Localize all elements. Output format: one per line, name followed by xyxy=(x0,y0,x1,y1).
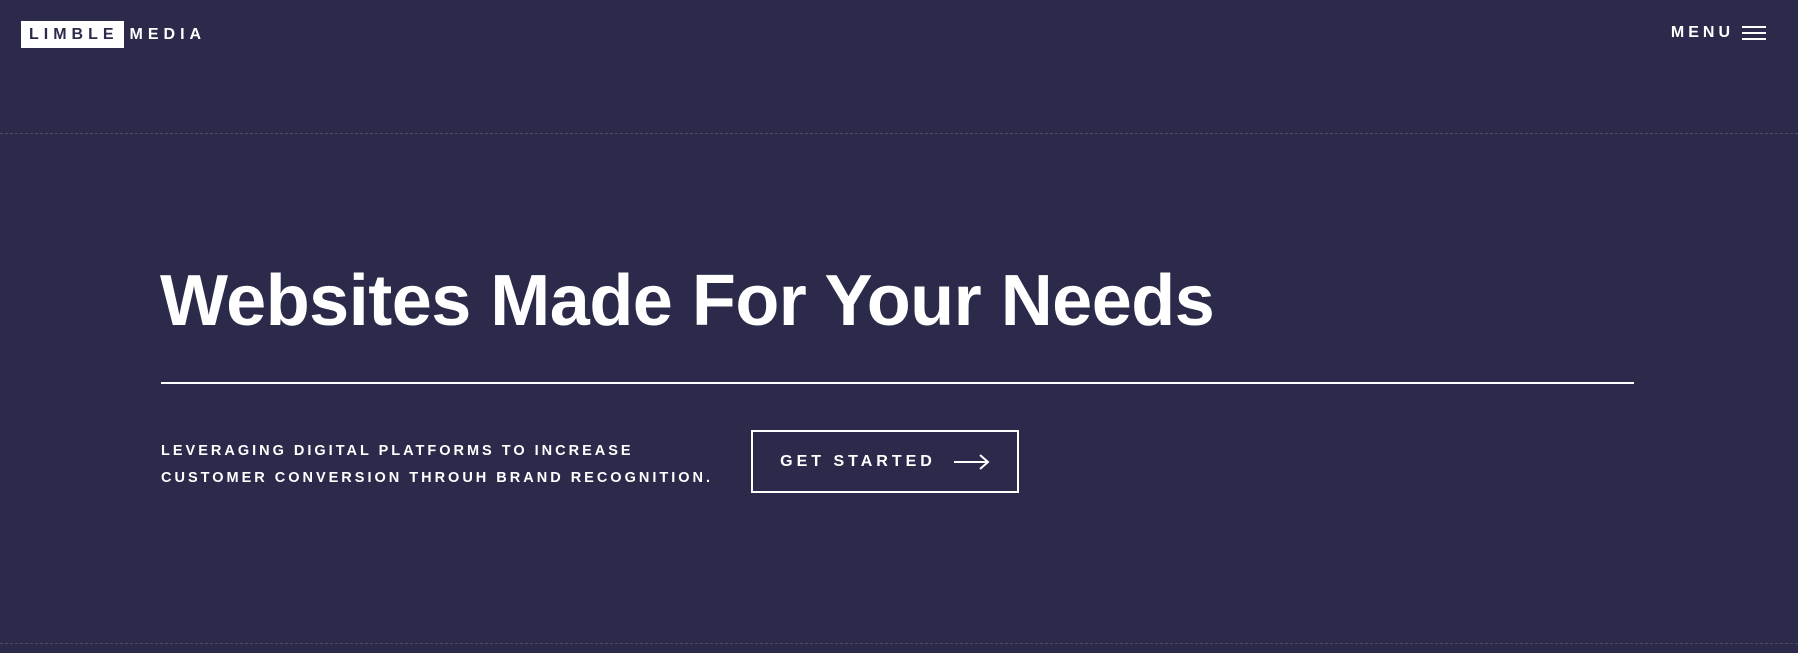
hero-divider xyxy=(161,382,1634,384)
tagline-line-2: CUSTOMER CONVERSION THROUH BRAND RECOGNI… xyxy=(161,470,714,486)
site-header: LIMBLE MEDIA MENU xyxy=(0,0,1798,134)
tagline-line-1: LEVERAGING DIGITAL PLATFORMS TO INCREASE xyxy=(161,443,634,459)
section-divider xyxy=(0,643,1798,644)
logo-box-text: LIMBLE xyxy=(21,21,124,48)
arrow-right-icon xyxy=(953,453,990,470)
menu-label: MENU xyxy=(1670,24,1734,41)
hero-tagline: LEVERAGING DIGITAL PLATFORMS TO INCREASE… xyxy=(161,438,713,492)
logo[interactable]: LIMBLE MEDIA xyxy=(21,21,206,48)
menu-button[interactable]: MENU xyxy=(1671,24,1766,42)
hamburger-icon xyxy=(1742,26,1766,40)
get-started-label: GET STARTED xyxy=(780,452,936,470)
hero-title: Websites Made For Your Needs xyxy=(160,261,1215,341)
logo-text: MEDIA xyxy=(129,25,207,43)
get-started-button[interactable]: GET STARTED xyxy=(751,430,1019,493)
